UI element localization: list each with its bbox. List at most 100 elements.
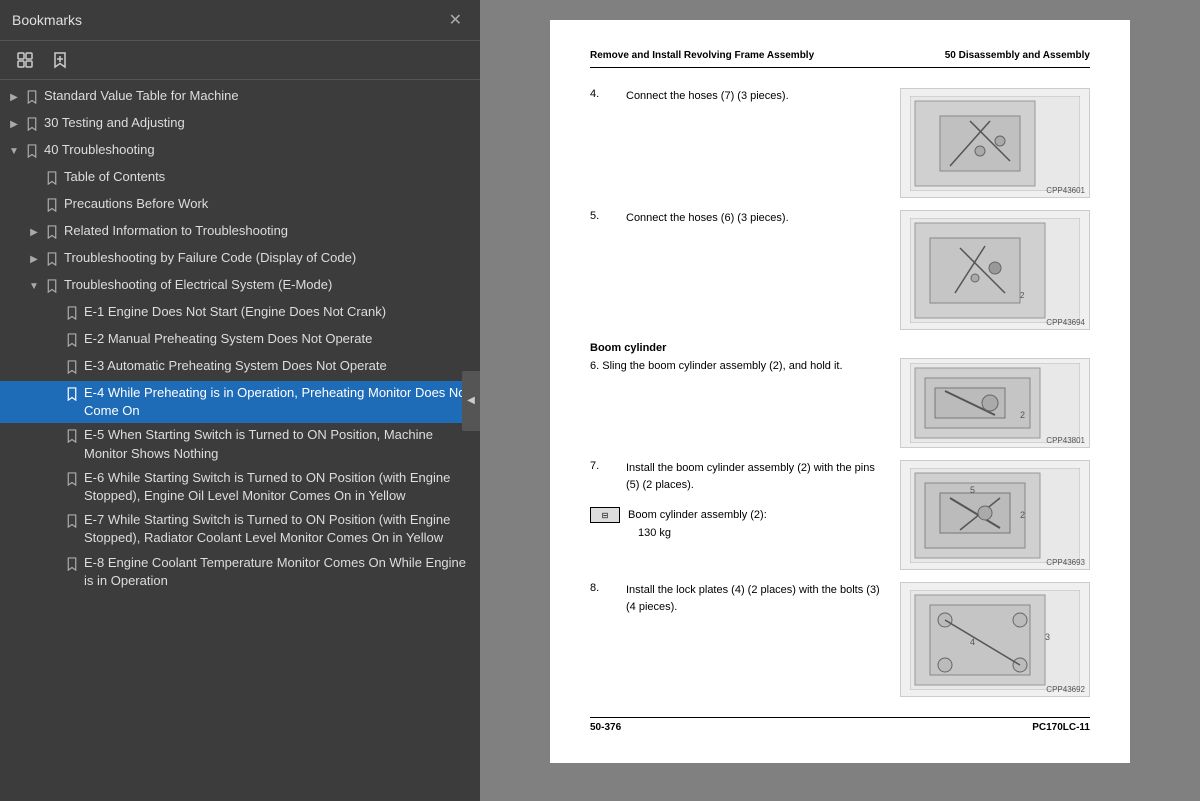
step-7: 7. Install the boom cylinder assembly (2… bbox=[590, 460, 1090, 570]
step5-text: Connect the hoses (6) (3 pieces). bbox=[626, 210, 890, 227]
tree-item-label-e8: E-8 Engine Coolant Temperature Monitor C… bbox=[84, 554, 472, 590]
step7-img-svg: 2 5 bbox=[910, 468, 1080, 563]
step5-img-svg: 2 bbox=[910, 218, 1080, 323]
step7-image: 2 5 CPP43693 bbox=[900, 460, 1090, 570]
pdf-page: Remove and Install Revolving Frame Assem… bbox=[550, 20, 1130, 763]
expand-arrow-electrical-system[interactable] bbox=[24, 277, 44, 297]
tree-item-precautions-before-work[interactable]: Precautions Before Work bbox=[0, 192, 480, 219]
svg-text:2: 2 bbox=[1020, 410, 1025, 420]
step-5: 5. Connect the hoses (6) (3 pieces). 2 bbox=[590, 210, 1090, 330]
step8-img-caption: CPP43692 bbox=[1046, 685, 1085, 694]
tree-item-40-troubleshooting[interactable]: 40 Troubleshooting bbox=[0, 138, 480, 165]
tree-item-failure-code[interactable]: Troubleshooting by Failure Code (Display… bbox=[0, 246, 480, 273]
tree-item-standard-value[interactable]: Standard Value Table for Machine bbox=[0, 84, 480, 111]
step7-img-caption: CPP43693 bbox=[1046, 558, 1085, 567]
bookmark-new-button[interactable] bbox=[46, 47, 74, 73]
tree-item-label-30-testing: 30 Testing and Adjusting bbox=[44, 114, 472, 132]
svg-text:3: 3 bbox=[1045, 632, 1050, 642]
bookmark-icon-related-info bbox=[44, 224, 60, 240]
step4-image: CPP43601 bbox=[900, 88, 1090, 198]
close-button[interactable]: ✕ bbox=[443, 8, 468, 32]
bookmarks-tree: Standard Value Table for Machine 30 Testi… bbox=[0, 80, 480, 801]
bookmark-icon-e8 bbox=[64, 556, 80, 572]
bookmarks-panel: Bookmarks ✕ Standard Value Table for Mac… bbox=[0, 0, 480, 801]
svg-text:2: 2 bbox=[1020, 291, 1025, 300]
expand-arrow-30-testing[interactable] bbox=[4, 115, 24, 135]
tree-item-30-testing[interactable]: 30 Testing and Adjusting bbox=[0, 111, 480, 138]
tree-item-related-info[interactable]: Related Information to Troubleshooting bbox=[0, 219, 480, 246]
spec-value: 130 kg bbox=[590, 527, 890, 539]
bookmark-icon-e3 bbox=[64, 359, 80, 375]
step-4: 4. Connect the hoses (7) (3 pieces). bbox=[590, 88, 1090, 198]
tree-item-label-e3: E-3 Automatic Preheating System Does Not… bbox=[84, 357, 472, 375]
tree-item-electrical-system[interactable]: Troubleshooting of Electrical System (E-… bbox=[0, 273, 480, 300]
tree-item-e1[interactable]: E-1 Engine Does Not Start (Engine Does N… bbox=[0, 300, 480, 327]
step8-img-svg: 3 4 bbox=[910, 590, 1080, 690]
bookmark-icon-e2 bbox=[64, 332, 80, 348]
tree-item-label-failure-code: Troubleshooting by Failure Code (Display… bbox=[64, 249, 472, 267]
tree-item-e4[interactable]: E-4 While Preheating is in Operation, Pr… bbox=[0, 381, 480, 423]
spec-icon: ⊟ bbox=[590, 507, 620, 523]
bookmark-icon-e5 bbox=[64, 428, 80, 444]
page-header: Remove and Install Revolving Frame Assem… bbox=[590, 50, 1090, 68]
step7-text: Install the boom cylinder assembly (2) w… bbox=[626, 460, 890, 493]
page-header-right: 50 Disassembly and Assembly bbox=[945, 50, 1090, 61]
bookmark-icon-e4 bbox=[64, 386, 80, 402]
expand-arrow-standard-value[interactable] bbox=[4, 88, 24, 108]
tree-item-label-e1: E-1 Engine Does Not Start (Engine Does N… bbox=[84, 303, 472, 321]
tree-item-label-standard-value: Standard Value Table for Machine bbox=[44, 87, 472, 105]
step6-img-svg: 2 bbox=[910, 363, 1080, 443]
tree-item-label-e6: E-6 While Starting Switch is Turned to O… bbox=[84, 469, 472, 505]
step4-text: Connect the hoses (7) (3 pieces). bbox=[626, 88, 890, 105]
svg-text:5: 5 bbox=[970, 485, 975, 495]
tree-item-label-related-info: Related Information to Troubleshooting bbox=[64, 222, 472, 240]
tree-item-label-electrical-system: Troubleshooting of Electrical System (E-… bbox=[64, 276, 472, 294]
step5-img-caption: CPP43694 bbox=[1046, 318, 1085, 327]
bookmark-icon-e6 bbox=[64, 471, 80, 487]
boom-cylinder-heading: Boom cylinder bbox=[590, 342, 1090, 354]
pdf-panel[interactable]: Remove and Install Revolving Frame Assem… bbox=[480, 0, 1200, 801]
bookmark-icon-standard-value bbox=[24, 89, 40, 105]
bookmark-icon-40-troubleshooting bbox=[24, 143, 40, 159]
footer-right: PC170LC-11 bbox=[1032, 722, 1090, 733]
step4-img-caption: CPP43601 bbox=[1046, 186, 1085, 195]
bookmark-icon-30-testing bbox=[24, 116, 40, 132]
bookmark-icon-failure-code bbox=[44, 251, 60, 267]
step6-text: 6. Sling the boom cylinder assembly (2),… bbox=[590, 360, 843, 372]
grid-icon bbox=[16, 51, 34, 69]
svg-text:4: 4 bbox=[970, 637, 975, 647]
tree-item-e5[interactable]: E-5 When Starting Switch is Turned to ON… bbox=[0, 423, 480, 465]
tree-item-e8[interactable]: E-8 Engine Coolant Temperature Monitor C… bbox=[0, 551, 480, 593]
tree-item-table-of-contents[interactable]: Table of Contents bbox=[0, 165, 480, 192]
tree-item-label-e4: E-4 While Preheating is in Operation, Pr… bbox=[84, 384, 472, 420]
step8-text: Install the lock plates (4) (2 places) w… bbox=[626, 582, 890, 615]
tree-item-e2[interactable]: E-2 Manual Preheating System Does Not Op… bbox=[0, 327, 480, 354]
step-6: 6. Sling the boom cylinder assembly (2),… bbox=[590, 358, 1090, 448]
bookmark-icon-electrical-system bbox=[44, 278, 60, 294]
tree-item-label-e2: E-2 Manual Preheating System Does Not Op… bbox=[84, 330, 472, 348]
grid-view-button[interactable] bbox=[10, 47, 40, 73]
bookmarks-toolbar bbox=[0, 41, 480, 80]
bookmark-icon-table-of-contents bbox=[44, 170, 60, 186]
svg-text:2: 2 bbox=[1020, 510, 1025, 520]
step8-image: 3 4 CPP43692 bbox=[900, 582, 1090, 697]
expand-arrow-related-info[interactable] bbox=[24, 223, 44, 243]
expand-arrow-40-troubleshooting[interactable] bbox=[4, 142, 24, 162]
panel-collapse-button[interactable]: ◀ bbox=[462, 371, 480, 431]
bookmark-icon-precautions-before-work bbox=[44, 197, 60, 213]
page-footer: 50-376 PC170LC-11 bbox=[590, 717, 1090, 733]
tree-item-e3[interactable]: E-3 Automatic Preheating System Does Not… bbox=[0, 354, 480, 381]
tree-item-e6[interactable]: E-6 While Starting Switch is Turned to O… bbox=[0, 466, 480, 508]
tree-item-label-e5: E-5 When Starting Switch is Turned to ON… bbox=[84, 426, 472, 462]
bookmarks-title: Bookmarks bbox=[12, 12, 82, 28]
tree-item-e7[interactable]: E-7 While Starting Switch is Turned to O… bbox=[0, 508, 480, 550]
spec-label: Boom cylinder assembly (2): bbox=[628, 509, 767, 521]
tree-item-label-40-troubleshooting: 40 Troubleshooting bbox=[44, 141, 472, 159]
tree-item-label-table-of-contents: Table of Contents bbox=[64, 168, 472, 186]
step5-image: 2 CPP43694 bbox=[900, 210, 1090, 330]
bookmark-icon-e1 bbox=[64, 305, 80, 321]
expand-arrow-failure-code[interactable] bbox=[24, 250, 44, 270]
step-8: 8. Install the lock plates (4) (2 places… bbox=[590, 582, 1090, 697]
step6-img-caption: CPP43801 bbox=[1046, 436, 1085, 445]
bookmarks-header: Bookmarks ✕ bbox=[0, 0, 480, 41]
